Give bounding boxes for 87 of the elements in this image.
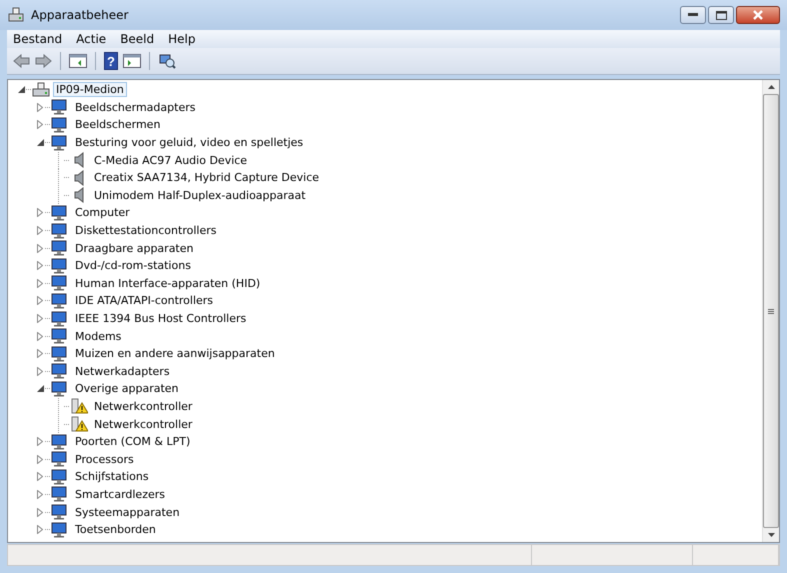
device-icon (51, 258, 69, 274)
collapsed-arrow-icon[interactable] (37, 278, 43, 288)
maximize-icon (716, 10, 726, 20)
tree-item[interactable]: Schijfstations (72, 469, 152, 484)
collapsed-arrow-icon[interactable] (37, 490, 43, 499)
minimize-icon (688, 13, 698, 17)
expanded-arrow-icon[interactable] (36, 139, 44, 146)
window-title: Apparaatbeheer (31, 8, 128, 22)
tree-item[interactable]: Processors (72, 452, 137, 467)
device-icon (51, 504, 69, 520)
device-icon (51, 240, 69, 256)
device-icon (51, 451, 69, 468)
collapsed-arrow-icon[interactable] (37, 261, 43, 270)
device-icon (51, 486, 69, 502)
tree-item[interactable]: Systeemapparaten (72, 504, 183, 520)
tree-item[interactable]: Dvd-/cd-rom-stations (72, 258, 194, 274)
tree-item[interactable]: Human Interface-apparaten (HID) (72, 276, 264, 291)
forward-arrow-icon[interactable] (35, 54, 52, 68)
collapsed-arrow-icon[interactable] (37, 102, 43, 112)
collapsed-arrow-icon[interactable] (37, 226, 43, 236)
vertical-scrollbar[interactable] (762, 80, 779, 542)
collapsed-arrow-icon[interactable] (37, 366, 43, 376)
panel-icon[interactable] (69, 54, 87, 68)
tree-item[interactable]: Draagbare apparaten (72, 240, 196, 256)
tree-item[interactable]: Overige apparaten (72, 381, 182, 396)
tree-item[interactable]: Netwerkcontroller (91, 398, 196, 414)
collapsed-arrow-icon[interactable] (37, 314, 43, 324)
menu-item[interactable]: Beeld (114, 32, 162, 46)
device-icon (51, 99, 69, 116)
tree-item[interactable]: Beeldschermen (72, 117, 164, 132)
tree-item[interactable]: IEEE 1394 Bus Host Controllers (72, 311, 250, 326)
collapsed-arrow-icon[interactable] (37, 244, 43, 253)
device-icon (51, 346, 69, 362)
collapsed-arrow-icon[interactable] (37, 120, 43, 130)
maximize-button[interactable] (708, 6, 734, 24)
device-icon (51, 380, 69, 397)
device-icon (51, 328, 69, 344)
collapsed-arrow-icon[interactable] (37, 525, 43, 534)
tree-item[interactable]: Netwerkadapters (72, 364, 173, 379)
device-icon (51, 292, 69, 309)
collapsed-arrow-icon[interactable] (37, 437, 43, 446)
expanded-arrow-icon[interactable] (36, 385, 44, 392)
minimize-button[interactable] (680, 6, 706, 24)
collapsed-arrow-icon[interactable] (37, 332, 43, 341)
device-icon (51, 222, 69, 239)
device-icon (51, 204, 69, 221)
device-icon (51, 116, 69, 133)
device-icon (51, 468, 69, 485)
device-icon (51, 134, 69, 151)
tree-item[interactable]: Smartcardlezers (72, 486, 168, 502)
close-button[interactable] (736, 6, 780, 24)
close-icon (752, 10, 764, 20)
tree-item[interactable]: C-Media AC97 Audio Device (91, 152, 250, 168)
menu-item[interactable]: Help (162, 32, 204, 46)
collapsed-arrow-icon[interactable] (37, 349, 43, 358)
back-arrow-icon[interactable] (13, 54, 30, 68)
monitor-scan-icon[interactable] (158, 53, 176, 69)
panel-icon[interactable] (123, 54, 141, 68)
device-icon (51, 275, 69, 292)
tree-item[interactable]: Toetsenborden (72, 522, 159, 538)
collapsed-arrow-icon[interactable] (37, 208, 43, 218)
collapsed-arrow-icon[interactable] (37, 454, 43, 464)
tree-item[interactable]: Poorten (COM & LPT) (72, 434, 194, 450)
tree-item[interactable]: Creatix SAA7134, Hybrid Capture Device (91, 170, 322, 186)
menu-item[interactable]: Bestand (7, 32, 70, 46)
tree-item[interactable]: IP09-Medion (53, 82, 127, 98)
tree-item[interactable]: Computer (72, 205, 133, 220)
tree-item[interactable]: Besturing voor geluid, video en spelletjes (72, 135, 306, 150)
tree-item[interactable]: Muizen en andere aanwijsapparaten (72, 346, 278, 362)
expanded-arrow-icon[interactable] (18, 86, 24, 94)
collapsed-arrow-icon[interactable] (37, 472, 43, 482)
collapsed-arrow-icon[interactable] (37, 296, 43, 306)
tree-item[interactable]: Netwerkcontroller (91, 416, 196, 432)
tree-item[interactable]: Modems (72, 328, 124, 344)
tree-item[interactable]: Beeldschermadapters (72, 100, 198, 115)
device-icon (51, 434, 69, 450)
scroll-down-icon[interactable] (768, 533, 774, 537)
scroll-up-icon[interactable] (768, 85, 774, 89)
help-icon[interactable]: ? (104, 52, 118, 70)
device-icon (51, 522, 69, 538)
device-icon (51, 310, 69, 327)
menu-item[interactable]: Actie (70, 32, 114, 46)
tree-item[interactable]: Unimodem Half-Duplex-audioapparaat (91, 188, 309, 203)
tree-item[interactable]: Diskettestationcontrollers (72, 223, 220, 238)
collapsed-arrow-icon[interactable] (37, 508, 43, 517)
tree-item[interactable]: IDE ATA/ATAPI-controllers (72, 293, 216, 308)
device-icon (51, 363, 69, 380)
